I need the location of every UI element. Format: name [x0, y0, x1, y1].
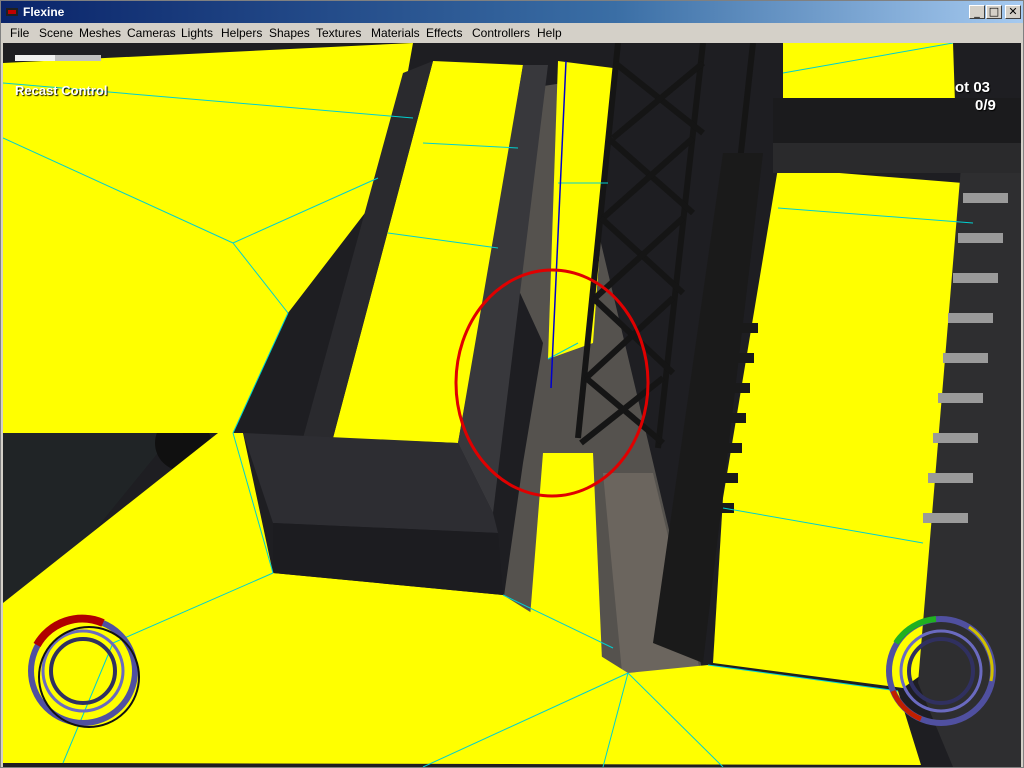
hud-bar-fill: [15, 55, 55, 61]
menu-meshes[interactable]: Meshes: [79, 26, 121, 40]
menu-effects[interactable]: Effects: [426, 26, 462, 40]
3d-viewport[interactable]: Recast Control ot 03 0/9: [3, 43, 1021, 767]
navmesh-region: [783, 43, 955, 103]
window-title: Flexine: [23, 5, 65, 19]
hud-counter: 0/9: [975, 97, 996, 114]
maximize-button[interactable]: □: [986, 5, 1002, 19]
menu-controllers[interactable]: Controllers: [472, 26, 530, 40]
menu-scene[interactable]: Scene: [39, 26, 73, 40]
menu-shapes[interactable]: Shapes: [269, 26, 310, 40]
minimize-button[interactable]: _: [969, 5, 985, 19]
menu-cameras[interactable]: Cameras: [127, 26, 176, 40]
menu-textures[interactable]: Textures: [316, 26, 361, 40]
close-button[interactable]: ✕: [1005, 5, 1021, 19]
menu-help[interactable]: Help: [537, 26, 562, 40]
scene-render: [3, 43, 1021, 767]
application-window: Flexine _ □ ✕ File Scene Meshes Cameras …: [0, 0, 1024, 768]
menu-file[interactable]: File: [10, 26, 29, 40]
app-icon: [6, 8, 18, 16]
hud-slot-label: ot 03: [955, 79, 991, 96]
menu-materials[interactable]: Materials: [371, 26, 420, 40]
overhead-beam: [773, 143, 1021, 173]
hud-overlay-label: Recast Control: [15, 83, 108, 98]
wall-segment: [243, 433, 498, 533]
menu-lights[interactable]: Lights: [181, 26, 213, 40]
menu-bar: File Scene Meshes Cameras Lights Helpers…: [1, 23, 1023, 43]
title-bar[interactable]: Flexine _ □ ✕: [1, 1, 1023, 23]
menu-helpers[interactable]: Helpers: [221, 26, 262, 40]
